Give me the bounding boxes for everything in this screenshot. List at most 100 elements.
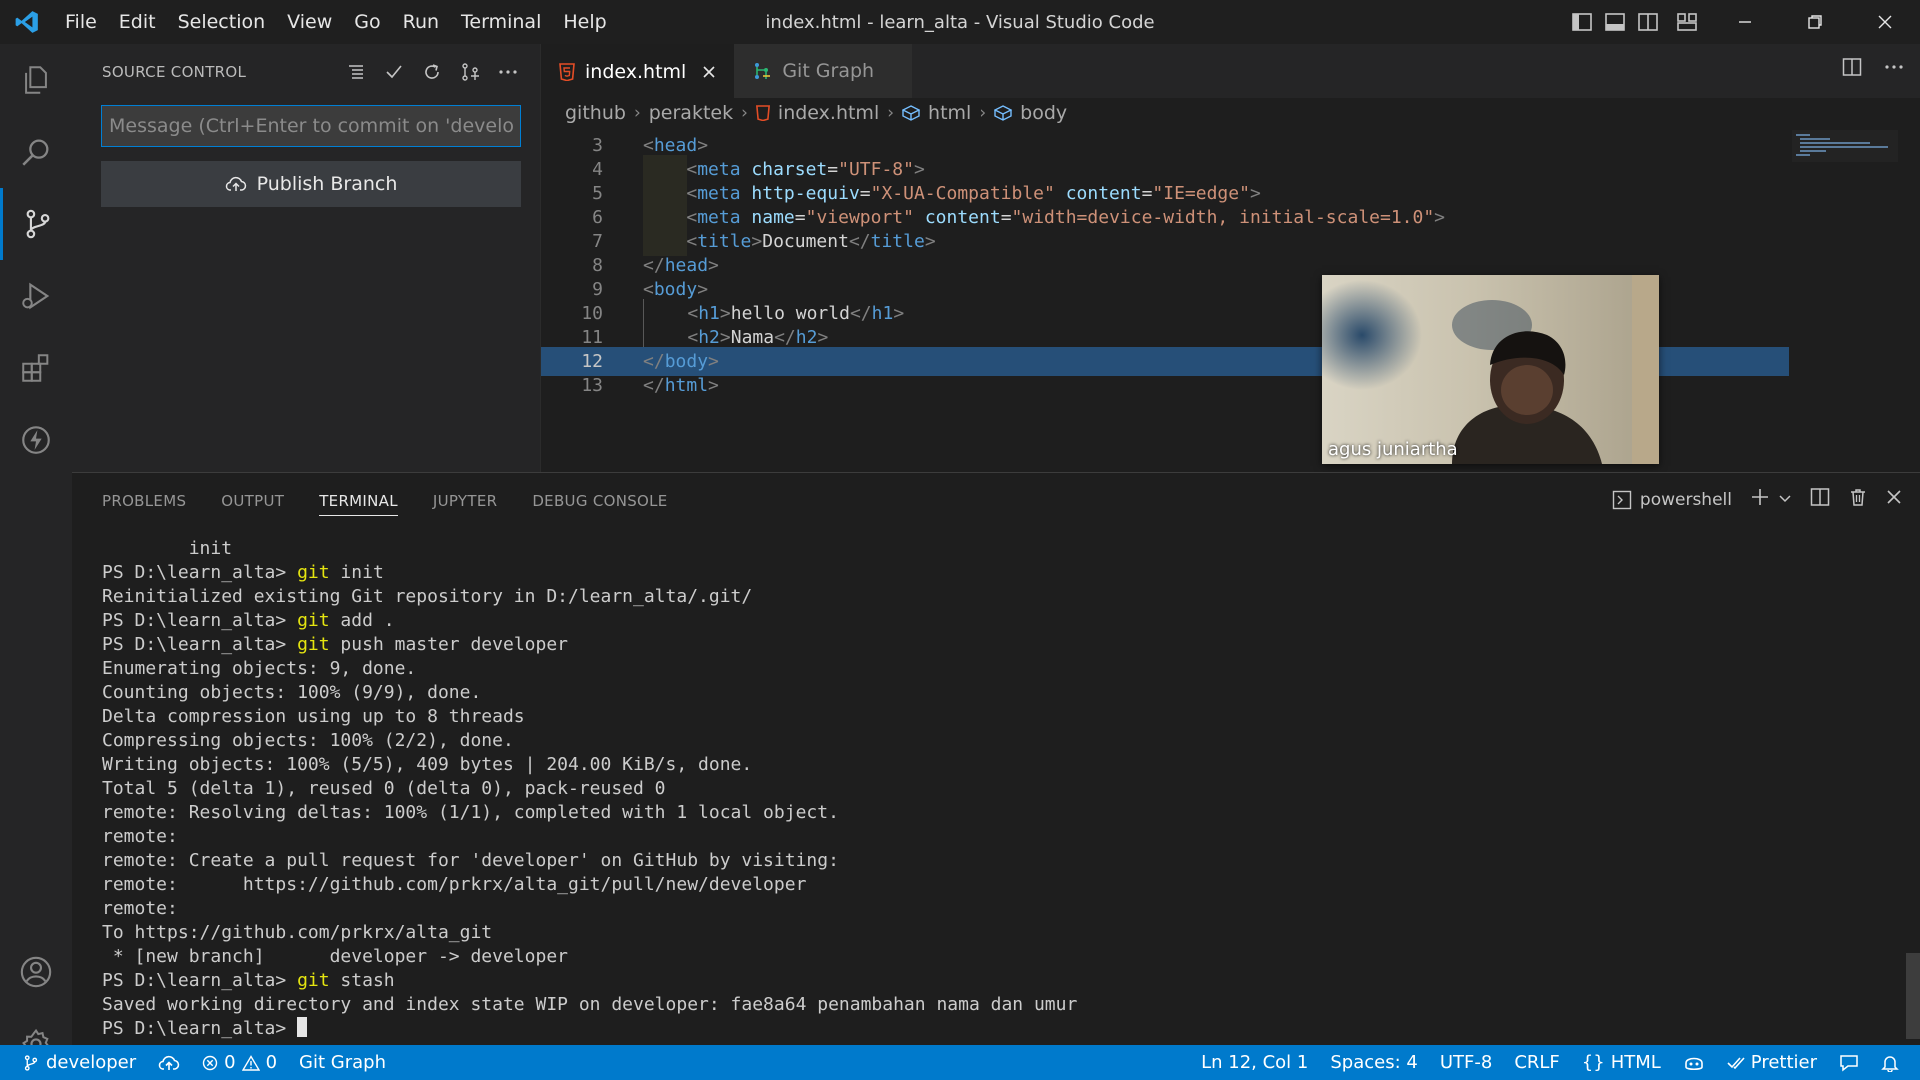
terminal-output[interactable]: init PS D:\learn_alta> git init Reinitia… [102, 537, 1902, 1041]
status-bar: developer 0 0 Git Graph Ln 12, Col 1 Spa… [0, 1045, 1920, 1080]
breadcrumb-body[interactable]: body [1020, 102, 1067, 124]
tab-label: index.html [585, 61, 687, 83]
indentation[interactable]: Spaces: 4 [1319, 1045, 1428, 1080]
chevron-down-icon[interactable] [1778, 489, 1792, 510]
toggle-panel-icon[interactable] [1598, 0, 1631, 44]
chevron-right-icon: › [741, 103, 748, 123]
bottom-panel: PROBLEMS OUTPUT TERMINAL JUPYTER DEBUG C… [72, 472, 1920, 1045]
publish-changes-button[interactable] [147, 1045, 191, 1080]
terminal-line[interactable]: remote: https://github.com/prkrx/alta_gi… [102, 873, 1902, 897]
git-branch-icon [24, 1054, 38, 1071]
tab-debug-console[interactable]: DEBUG CONSOLE [532, 473, 667, 529]
terminal-line[interactable]: To https://github.com/prkrx/alta_git [102, 921, 1902, 945]
split-editor-icon[interactable] [1842, 57, 1862, 82]
code-string: "IE=edge" [1152, 183, 1250, 204]
breadcrumb-peraktek[interactable]: peraktek [649, 102, 733, 124]
terminal-input-line[interactable]: PS D:\learn_alta> [102, 1017, 1902, 1041]
webcam-overlay: agus juniartha [1322, 275, 1659, 464]
tab-terminal[interactable]: TERMINAL [319, 486, 398, 516]
run-debug-icon[interactable] [0, 260, 72, 332]
extensions-icon[interactable] [0, 332, 72, 404]
terminal-scrollbar[interactable] [1906, 953, 1920, 1039]
thunder-client-icon[interactable] [0, 404, 72, 476]
refresh-icon[interactable] [420, 58, 444, 86]
code-editor[interactable]: 3 <head> 4 <meta charset="UTF-8"> 5 <met… [541, 131, 1920, 461]
menu-edit[interactable]: Edit [108, 11, 167, 33]
minimap[interactable] [1792, 130, 1898, 162]
menu-help[interactable]: Help [552, 11, 617, 33]
menu-run[interactable]: Run [392, 11, 450, 33]
menu-file[interactable]: File [54, 11, 108, 33]
notifications-button[interactable] [1870, 1045, 1910, 1080]
tab-git-graph[interactable]: Git Graph [734, 44, 913, 98]
prettier-label: Prettier [1750, 1052, 1817, 1073]
copilot-status[interactable] [1672, 1045, 1716, 1080]
terminal-prompt: PS D:\learn_alta> [102, 1018, 298, 1039]
prettier-status[interactable]: Prettier [1716, 1045, 1828, 1080]
menu-go[interactable]: Go [343, 11, 391, 33]
terminal-line: PS D:\learn_alta> git push master develo… [102, 633, 1902, 657]
explorer-icon[interactable] [0, 44, 72, 116]
language-label: HTML [1610, 1052, 1661, 1073]
terminal-line: Total 5 (delta 1), reused 0 (delta 0), p… [102, 778, 666, 799]
account-icon[interactable] [0, 936, 72, 1008]
terminal-command: git [297, 634, 330, 655]
cursor-position-label: Ln 12, Col 1 [1201, 1052, 1309, 1073]
git-graph-status-button[interactable]: Git Graph [288, 1045, 397, 1080]
menu-selection[interactable]: Selection [167, 11, 277, 33]
breadcrumb-file[interactable]: index.html [778, 102, 879, 124]
code-string: "width=device-width, initial-scale=1.0" [1011, 207, 1435, 228]
view-as-list-icon[interactable] [344, 58, 368, 86]
search-icon[interactable] [0, 116, 72, 188]
minimize-icon[interactable] [1710, 0, 1780, 44]
shell-name: powershell [1639, 489, 1732, 510]
terminal-line: Enumerating objects: 9, done. [102, 658, 417, 679]
close-panel-icon[interactable] [1886, 489, 1902, 510]
bell-icon [1881, 1055, 1899, 1072]
more-actions-icon[interactable] [496, 58, 520, 86]
commit-check-icon[interactable] [382, 58, 406, 86]
commit-message-input[interactable] [101, 105, 521, 147]
terminal-args: push master developer [329, 634, 569, 655]
new-terminal-icon[interactable] [1750, 487, 1770, 512]
close-window-icon[interactable] [1850, 0, 1920, 44]
cursor-position[interactable]: Ln 12, Col 1 [1190, 1045, 1319, 1080]
editor-more-icon[interactable] [1884, 57, 1904, 82]
split-terminal-icon[interactable] [1810, 487, 1830, 512]
problems-indicator[interactable]: 0 0 [191, 1045, 288, 1080]
breadcrumb-html[interactable]: html [928, 102, 971, 124]
git-graph-view-icon[interactable] [458, 58, 482, 86]
terminal-icon [1612, 490, 1632, 509]
publish-branch-button[interactable]: Publish Branch [101, 161, 521, 207]
tab-problems[interactable]: PROBLEMS [102, 473, 186, 529]
line-ending[interactable]: CRLF [1503, 1045, 1570, 1080]
source-control-icon[interactable] [0, 188, 72, 260]
toggle-sidebar-icon[interactable] [1565, 0, 1598, 44]
language-mode[interactable]: {} HTML [1571, 1045, 1672, 1080]
menu-view[interactable]: View [276, 11, 343, 33]
chevron-right-icon: › [887, 103, 895, 123]
breadcrumb-github[interactable]: github [565, 102, 626, 124]
terminal-line: remote: Resolving deltas: 100% (1/1), co… [102, 802, 839, 823]
trash-icon[interactable] [1848, 487, 1868, 512]
tab-output[interactable]: OUTPUT [221, 473, 284, 529]
encoding[interactable]: UTF-8 [1429, 1045, 1503, 1080]
terminal-line: remote: Create a pull request for 'devel… [102, 850, 839, 871]
git-graph-tab-icon [755, 63, 771, 79]
html5-icon [559, 63, 575, 81]
customize-layout-icon[interactable] [1664, 0, 1710, 44]
menu-terminal[interactable]: Terminal [450, 11, 552, 33]
toggle-secondary-sidebar-icon[interactable] [1631, 0, 1664, 44]
tab-index-html[interactable]: index.html [541, 44, 735, 98]
restore-icon[interactable] [1780, 0, 1850, 44]
copilot-icon [1684, 1057, 1703, 1070]
close-tab-icon[interactable] [702, 65, 716, 79]
terminal-line: Reinitialized existing Git repository in… [102, 586, 753, 607]
terminal-line: PS D:\learn_alta> git add . [102, 609, 1902, 633]
branch-indicator[interactable]: developer [0, 1045, 147, 1080]
source-control-view: SOURCE CONTROL Publish Branch [72, 44, 540, 472]
live-share-feedback[interactable] [1828, 1045, 1870, 1080]
terminal-shell-selector[interactable]: powershell [1612, 490, 1732, 510]
tab-jupyter[interactable]: JUPYTER [433, 473, 497, 529]
line-number: 13 [581, 375, 603, 396]
